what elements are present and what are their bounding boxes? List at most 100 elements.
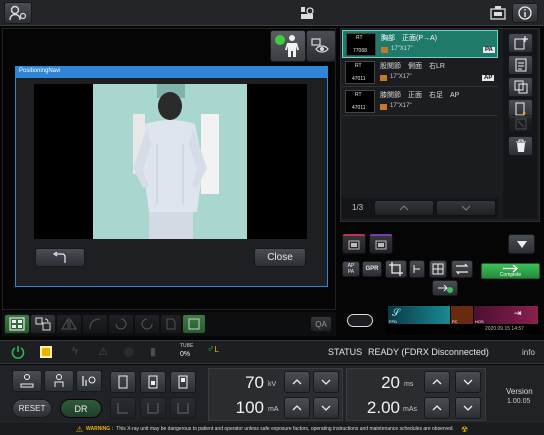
flip-button [56, 314, 82, 334]
cassette-icon [348, 240, 360, 249]
status-info-link[interactable]: info [522, 348, 535, 357]
field-button-3[interactable] [170, 371, 196, 393]
kv-up-button[interactable] [284, 371, 310, 393]
mas-up-button[interactable] [424, 397, 450, 419]
dialog-close-button[interactable]: Close [254, 248, 306, 267]
exam-name: 膝関節 正面 右足 AP [380, 92, 460, 99]
user-settings-icon [9, 5, 27, 21]
add-exam-button[interactable] [508, 33, 533, 53]
edit-exam-button[interactable] [508, 55, 533, 75]
tube-heat-indicator: TUBE 0% [176, 343, 198, 361]
cassette-size-icon [380, 104, 387, 110]
transfer-icon [438, 284, 453, 293]
disabled-exam-button [508, 115, 533, 133]
swap-icon [455, 263, 469, 275]
chevron-down-icon [463, 379, 473, 385]
list-page-up-button[interactable] [374, 200, 434, 216]
layout-button[interactable] [4, 314, 30, 334]
thumb-label: RT [355, 92, 362, 98]
warning-triangle-icon: ⚠ [75, 424, 84, 434]
ms-up-button[interactable] [424, 371, 450, 393]
rotate-tool-button[interactable] [409, 260, 425, 278]
chevron-up-icon [432, 405, 442, 411]
tube-label: TUBE [180, 343, 194, 349]
layout-icon [9, 317, 25, 331]
lut-timestamp: 2020.09.15 14:57 [485, 326, 524, 332]
return-arrow-icon [53, 251, 66, 263]
ma-value: 100 [235, 398, 264, 417]
exam-item[interactable]: RT 77068 胸部 正面(P→A) 17"X17" PA [342, 30, 498, 58]
pill-toggle-button[interactable] [347, 314, 373, 327]
grid-icon [432, 263, 444, 275]
exam-item[interactable]: RT 47011 膝関節 正面 右足 AP 17"X17" [342, 88, 498, 116]
rotate-left-button [108, 314, 134, 334]
technique-button-2[interactable] [44, 370, 74, 392]
ap-pa-button[interactable]: AP PA [342, 261, 360, 277]
kv-down-button[interactable] [313, 371, 339, 393]
version-value: 1.00.05 [507, 398, 531, 405]
technique-button-1[interactable] [12, 370, 42, 392]
positioning-photo [93, 84, 247, 239]
cassette-size-icon [381, 47, 388, 53]
exam-thumbnail: RT 77068 [346, 33, 376, 56]
lut-segment-hos: HOS ⇥ [474, 306, 538, 324]
rotate-image-button[interactable] [30, 314, 56, 334]
crop-tool-button[interactable] [385, 260, 407, 278]
lut-label-hos: HOS [475, 319, 484, 324]
exposure-icon [490, 6, 506, 20]
detector-status-icon: ♂L [207, 344, 219, 355]
aec-icon [147, 403, 159, 414]
swap-button[interactable] [451, 260, 473, 278]
shutter-button[interactable] [182, 314, 206, 334]
ma-down-button[interactable] [313, 397, 339, 419]
positioning-back-button[interactable] [35, 248, 85, 267]
lut-label-pc: PC [452, 319, 458, 324]
ma-unit: mA [268, 406, 279, 413]
list-page-down-button[interactable] [436, 200, 496, 216]
kv-value: 70 [245, 373, 264, 392]
exam-name: 股関節 側面 右LR [380, 63, 445, 70]
complete-button[interactable]: Complete [481, 263, 540, 279]
dialog-titlebar: PositioningNavi [16, 67, 327, 78]
patient-button[interactable] [296, 3, 318, 23]
triangle-down-icon [516, 240, 527, 248]
exposure-button[interactable] [488, 3, 508, 23]
cassette-dropdown-button[interactable] [508, 234, 535, 254]
exam-size: 17"X17" [390, 74, 412, 80]
qa-button[interactable]: QA [310, 316, 332, 332]
transfer-button[interactable] [432, 280, 458, 296]
technique-button-3[interactable] [76, 370, 102, 392]
rotate-left-icon [115, 318, 127, 330]
field-button-1[interactable] [110, 371, 136, 393]
positioning-view-button[interactable] [270, 30, 306, 62]
cassette-tab-1[interactable] [342, 234, 366, 254]
ma-up-button[interactable] [284, 397, 310, 419]
link-icon: ◎ [124, 346, 134, 358]
status-value: READY (FDRX Disconnected) [368, 347, 489, 357]
info-button[interactable] [512, 3, 538, 23]
power-button[interactable] [10, 344, 26, 360]
lut-label-fpd: FPD [389, 319, 397, 324]
exam-thumbnail: RT 47011 [345, 61, 375, 84]
user-settings-button[interactable] [4, 2, 32, 24]
exam-item[interactable]: RT 47011 股関節 側面 右LR 17"X17" AP [342, 59, 498, 87]
ms-down-button[interactable] [455, 371, 481, 393]
grid-layout-button[interactable] [429, 260, 447, 278]
gpr-button[interactable]: GPR [362, 261, 382, 277]
lut-segment-pc: PC [451, 306, 473, 324]
mas-down-button[interactable] [455, 397, 481, 419]
copy-exam-button[interactable] [508, 77, 533, 97]
cassette-size-icon [380, 75, 387, 81]
warning-title: WARNING : [86, 426, 114, 432]
eye-view-button[interactable] [306, 30, 336, 62]
cassette-tab-2[interactable] [369, 234, 393, 254]
reset-button[interactable]: RESET [12, 399, 52, 418]
chevron-up-icon [432, 379, 442, 385]
power-icon [11, 346, 25, 359]
rotate-image-icon [35, 317, 51, 331]
dr-button[interactable]: DR [60, 399, 102, 418]
page-indicator: 1/3 [352, 203, 364, 212]
ms-value: 20 [381, 373, 400, 392]
delete-exam-button[interactable] [508, 136, 533, 156]
field-button-2[interactable] [140, 371, 166, 393]
